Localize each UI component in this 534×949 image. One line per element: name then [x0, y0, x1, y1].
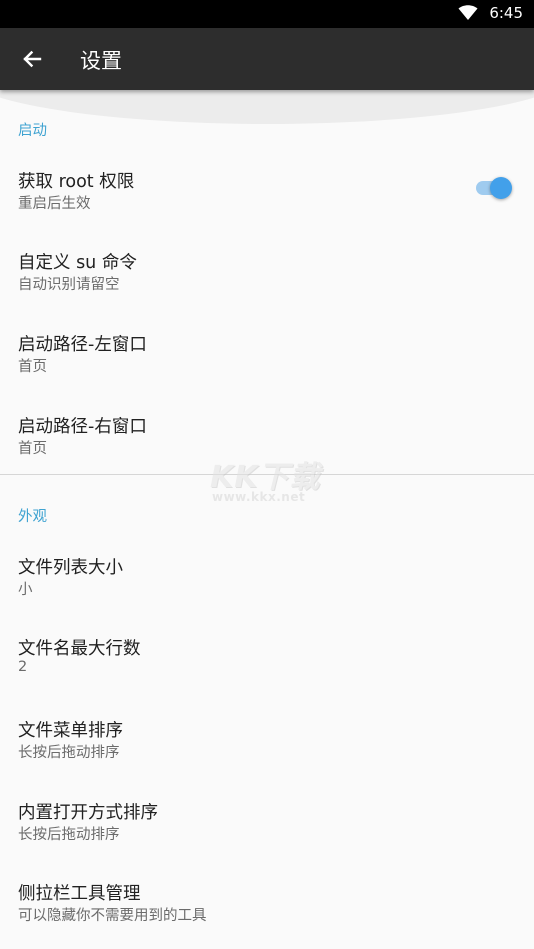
pref-custom-su[interactable]: 自定义 su 命令 自动识别请留空 — [0, 249, 534, 331]
pref-summary: 重启后生效 — [18, 196, 91, 212]
pref-summary: 长按后拖动排序 — [18, 745, 120, 761]
pref-summary: 首页 — [18, 441, 47, 457]
pref-open-with-order[interactable]: 内置打开方式排序 长按后拖动排序 — [0, 799, 534, 881]
root-access-switch[interactable] — [476, 176, 512, 200]
pref-file-menu-order[interactable]: 文件菜单排序 长按后拖动排序 — [0, 717, 534, 799]
pref-file-list-size[interactable]: 文件列表大小 小 — [0, 554, 534, 636]
pref-start-path-left[interactable]: 启动路径-左窗口 首页 — [0, 331, 534, 413]
app-bar: 设置 — [0, 28, 534, 90]
status-bar: 6:45 — [0, 0, 534, 28]
settings-list[interactable]: 启动 获取 root 权限 重启后生效 自定义 su 命令 自动识别请留空 启动… — [0, 90, 534, 949]
pref-summary: 小 — [18, 582, 33, 598]
pref-summary: 首页 — [18, 359, 47, 375]
pref-summary: 长按后拖动排序 — [18, 827, 120, 843]
switch-thumb — [490, 177, 512, 199]
pref-summary: 可以隐藏你不需要用到的工具 — [18, 908, 207, 924]
pref-sidebar-tools[interactable]: 侧拉栏工具管理 可以隐藏你不需要用到的工具 — [0, 880, 534, 949]
status-time: 6:45 — [489, 4, 523, 22]
pref-summary: 2 — [18, 659, 28, 675]
pref-title: 文件列表大小 — [18, 558, 123, 578]
overscroll-glow — [0, 90, 534, 124]
pref-title: 启动路径-左窗口 — [18, 335, 147, 355]
pref-root-access[interactable]: 获取 root 权限 重启后生效 — [0, 168, 534, 250]
pref-title: 文件菜单排序 — [18, 721, 123, 741]
section-header-appearance: 外观 — [18, 509, 47, 525]
pref-title: 侧拉栏工具管理 — [18, 884, 141, 904]
pref-title: 自定义 su 命令 — [18, 253, 137, 273]
wifi-icon — [458, 5, 478, 20]
pref-filename-max-lines[interactable]: 文件名最大行数 2 — [0, 635, 534, 717]
section-header-startup: 启动 — [18, 123, 47, 139]
page-title: 设置 — [80, 49, 122, 73]
pref-title: 内置打开方式排序 — [18, 803, 158, 823]
pref-summary: 自动识别请留空 — [18, 277, 120, 293]
pref-title: 获取 root 权限 — [18, 172, 135, 192]
watermark: KK下载 www.kkx.net — [206, 452, 331, 508]
watermark-url: www.kkx.net — [212, 490, 306, 504]
back-button[interactable] — [12, 39, 52, 79]
pref-title: 启动路径-右窗口 — [18, 417, 147, 437]
arrow-left-icon — [23, 50, 42, 68]
pref-title: 文件名最大行数 — [18, 639, 141, 659]
